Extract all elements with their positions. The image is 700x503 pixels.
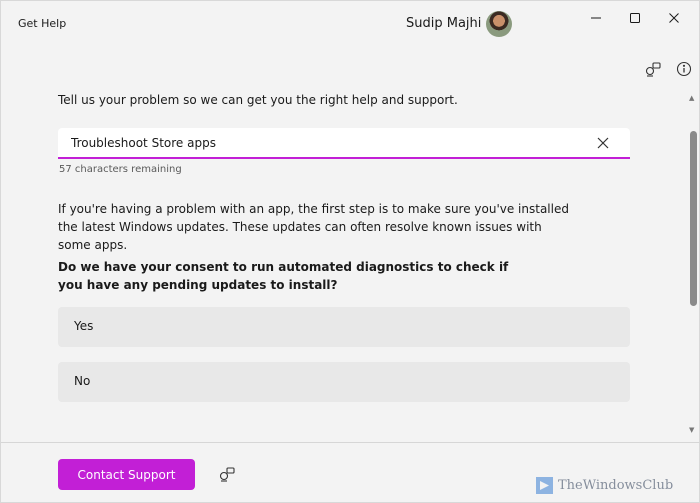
feedback-icon [645,62,661,77]
problem-search-input[interactable] [71,134,571,152]
option-no-button[interactable]: No [58,362,630,402]
minimize-icon [591,17,601,19]
feedback-button[interactable] [643,59,663,79]
footer-divider [1,442,700,443]
avatar[interactable] [486,11,512,37]
info-icon [676,61,692,77]
scroll-up-arrow[interactable]: ▲ [689,94,694,102]
consent-question: Do we have your consent to run automated… [58,260,509,292]
help-prompt: Tell us your problem so we can get you t… [58,93,458,107]
maximize-button[interactable] [618,7,652,29]
clear-icon [597,137,609,149]
watermark: TheWindowsClub [536,477,673,494]
option-yes-button[interactable]: Yes [58,307,630,347]
close-icon [669,13,679,23]
problem-search-box[interactable] [58,128,630,159]
user-name[interactable]: Sudip Majhi [406,16,481,31]
title-bar: Get Help Sudip Majhi [1,1,700,47]
app-title: Get Help [18,17,67,30]
close-button[interactable] [657,7,691,29]
characters-remaining: 57 characters remaining [59,164,182,175]
contact-support-button[interactable]: Contact Support [58,459,195,490]
watermark-logo-icon [536,477,553,494]
scroll-down-arrow[interactable]: ▼ [689,426,694,434]
get-help-window: Get Help Sudip Majhi ▲ ▼ Tell us your pr… [0,0,700,503]
info-button[interactable] [674,59,694,79]
clear-search-button[interactable] [596,136,610,150]
watermark-text: TheWindowsClub [558,478,674,493]
feedback-icon [219,467,235,482]
minimize-button[interactable] [579,7,613,29]
feedback-button-footer[interactable] [217,464,237,484]
maximize-icon [630,13,640,23]
scrollbar-thumb[interactable] [690,131,697,306]
troubleshoot-description: If you're having a problem with an app, … [58,202,569,252]
